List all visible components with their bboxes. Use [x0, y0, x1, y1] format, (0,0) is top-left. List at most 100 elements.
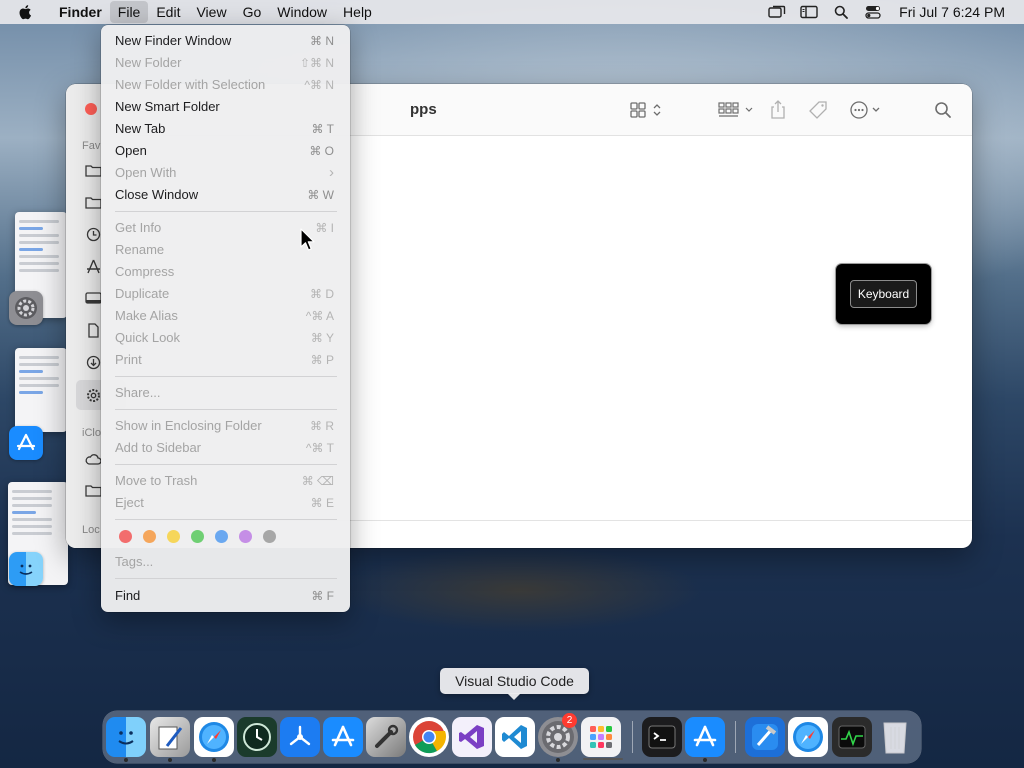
dock-app-safari[interactable]: [194, 717, 234, 757]
dock-divider: [632, 721, 633, 753]
system-settings-stage-icon[interactable]: [9, 291, 43, 325]
clock-icon[interactable]: [84, 226, 102, 242]
spotlight-search-icon[interactable]: [830, 3, 852, 21]
tooltip-arrow: [507, 693, 521, 700]
sidebar-section-icloud: iClo: [82, 427, 101, 439]
tag-purple[interactable]: [239, 530, 252, 543]
folder-icon[interactable]: [84, 194, 102, 210]
menu-item-move-to-trash[interactable]: Move to Trash ⌘ ⌫: [115, 471, 337, 491]
app-store-stage-icon[interactable]: [9, 426, 43, 460]
dock-app-chrome[interactable]: [409, 717, 449, 757]
sidebar-section-favorites: Fav: [82, 140, 101, 152]
tag-yellow[interactable]: [167, 530, 180, 543]
dock-app-activity-monitor[interactable]: [832, 717, 872, 757]
menu-separator: [115, 578, 337, 579]
dock-app-terminal[interactable]: [642, 717, 682, 757]
mouse-cursor-icon: [300, 228, 315, 251]
share-icon[interactable]: [770, 100, 786, 120]
tag-orange[interactable]: [143, 530, 156, 543]
menu-item-new-folder[interactable]: New Folder ⇧⌘ N: [115, 53, 337, 73]
sidebar-display-icon[interactable]: [798, 3, 820, 21]
menu-item-share[interactable]: Share...: [115, 383, 337, 403]
dock-app-testflight[interactable]: [280, 717, 320, 757]
dock-scroll-indicator: [583, 758, 623, 760]
more-actions-icon[interactable]: [850, 100, 886, 120]
menu-item-new-tab[interactable]: New Tab ⌘ T: [115, 119, 337, 139]
menu-separator: [115, 519, 337, 520]
chevron-right-icon: ›: [329, 164, 334, 181]
tag-blue[interactable]: [215, 530, 228, 543]
running-indicator: [703, 758, 707, 762]
tag-red[interactable]: [119, 530, 132, 543]
folder-icon[interactable]: [84, 162, 102, 178]
tag-gray[interactable]: [263, 530, 276, 543]
menu-item-new-folder-with-selection[interactable]: New Folder with Selection ^⌘ N: [115, 75, 337, 95]
keyboard-settings-item[interactable]: Keyboard: [836, 264, 931, 324]
document-icon[interactable]: [84, 322, 102, 338]
stage-thumbnail-window-2[interactable]: [15, 348, 67, 432]
menu-separator: [115, 211, 337, 212]
running-indicator: [212, 758, 216, 762]
menu-item-close-window[interactable]: Close Window ⌘ W: [115, 185, 337, 205]
search-icon[interactable]: [934, 100, 952, 120]
running-indicator: [556, 758, 560, 762]
dock-app-xcode[interactable]: [745, 717, 785, 757]
running-indicator: [124, 758, 128, 762]
menu-item-print[interactable]: Print ⌘ P: [115, 350, 337, 370]
menu-app-finder[interactable]: Finder: [51, 1, 110, 23]
dock-app-safari-2[interactable]: [788, 717, 828, 757]
menu-item-open-with[interactable]: Open With ›: [115, 163, 337, 183]
view-grid-icon[interactable]: [630, 100, 664, 120]
dock-app-sketchbook[interactable]: [150, 717, 190, 757]
menu-bar: Finder File Edit View Go Window Help Fri…: [0, 0, 1024, 24]
menu-item-duplicate[interactable]: Duplicate ⌘ D: [115, 284, 337, 304]
applications-icon[interactable]: [84, 258, 102, 274]
window-close-button[interactable]: [85, 103, 97, 115]
menu-go[interactable]: Go: [235, 1, 270, 23]
downloads-icon[interactable]: [84, 354, 102, 370]
menu-bar-status-area: Fri Jul 7 6:24 PM: [761, 0, 1024, 24]
dock-app-app-store[interactable]: [323, 717, 363, 757]
dock-divider: [735, 721, 736, 753]
control-center-icon[interactable]: [862, 3, 884, 21]
menu-item-new-finder-window[interactable]: New Finder Window ⌘ N: [115, 31, 337, 51]
dock-app-trash[interactable]: [875, 717, 915, 757]
dock-app-launchpad[interactable]: [581, 717, 621, 757]
menu-file[interactable]: File: [109, 1, 149, 23]
screen-mirror-icon[interactable]: [766, 3, 788, 21]
shared-folder-icon[interactable]: [84, 482, 102, 498]
menu-bar-clock[interactable]: Fri Jul 7 6:24 PM: [899, 4, 1005, 20]
keyboard-label: Keyboard: [849, 280, 918, 308]
dock-app-app-store-2[interactable]: [685, 717, 725, 757]
menu-item-tags[interactable]: Tags...: [115, 552, 337, 572]
menu-item-make-alias[interactable]: Make Alias ^⌘ A: [115, 306, 337, 326]
dock-app-visual-studio[interactable]: [452, 717, 492, 757]
tag-green[interactable]: [191, 530, 204, 543]
menu-item-open[interactable]: Open ⌘ O: [115, 141, 337, 161]
menu-window[interactable]: Window: [269, 1, 335, 23]
menu-item-add-to-sidebar[interactable]: Add to Sidebar ^⌘ T: [115, 438, 337, 458]
dock-app-vscode[interactable]: [495, 717, 535, 757]
icloud-icon[interactable]: [84, 451, 102, 467]
menu-item-compress[interactable]: Compress: [115, 262, 337, 282]
menu-item-find[interactable]: Find ⌘ F: [115, 586, 337, 606]
apple-menu-icon[interactable]: [17, 4, 37, 20]
desktop-icon[interactable]: [84, 290, 102, 306]
menu-item-show-in-enclosing-folder[interactable]: Show in Enclosing Folder ⌘ R: [115, 416, 337, 436]
menu-view[interactable]: View: [188, 1, 234, 23]
dock-app-finder[interactable]: [106, 717, 146, 757]
menu-item-quick-look[interactable]: Quick Look ⌘ Y: [115, 328, 337, 348]
finder-stage-icon[interactable]: [9, 552, 43, 586]
dock-app-system-toolbox[interactable]: [366, 717, 406, 757]
gear-icon[interactable]: [84, 387, 102, 403]
tag-color-picker: [119, 530, 287, 543]
menu-item-new-smart-folder[interactable]: New Smart Folder: [115, 97, 337, 117]
tag-icon[interactable]: [808, 100, 828, 120]
menu-help[interactable]: Help: [335, 1, 380, 23]
dock-tooltip-label: Visual Studio Code: [455, 673, 574, 689]
menu-item-eject[interactable]: Eject ⌘ E: [115, 493, 337, 513]
menu-separator: [115, 376, 337, 377]
group-by-icon[interactable]: [718, 100, 756, 120]
menu-edit[interactable]: Edit: [148, 1, 188, 23]
dock-app-time-machine[interactable]: [237, 717, 277, 757]
